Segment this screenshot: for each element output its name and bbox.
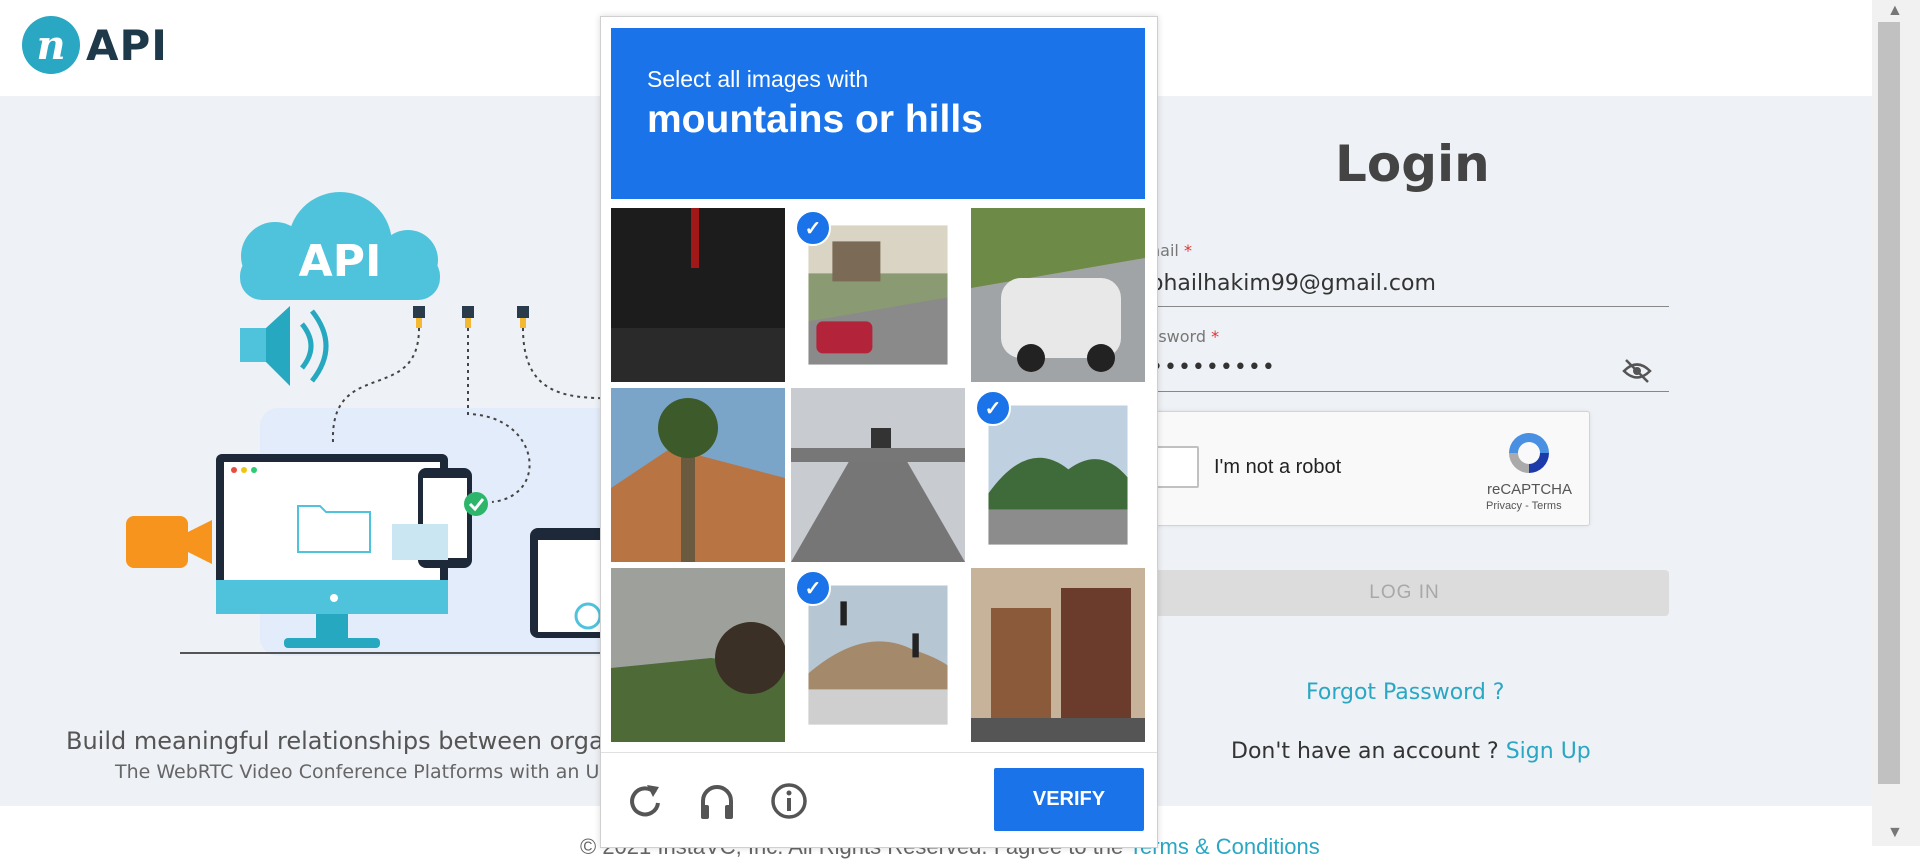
password-underline	[1150, 391, 1669, 392]
verify-button[interactable]: VERIFY	[994, 768, 1144, 831]
password-field[interactable]: •••••••••	[1150, 355, 1276, 380]
forgot-password-link[interactable]: Forgot Password ?	[1306, 680, 1504, 705]
email-underline	[1150, 306, 1669, 307]
signup-link[interactable]: Sign Up	[1506, 739, 1591, 764]
hero-subtagline: The WebRTC Video Conference Platforms wi…	[115, 761, 612, 783]
scrollbar-thumb[interactable]	[1878, 22, 1900, 784]
recaptcha-links: Privacy - Terms	[1486, 500, 1562, 512]
eye-off-icon[interactable]	[1622, 358, 1652, 384]
challenge-header: Select all images with mountains or hill…	[611, 28, 1145, 199]
hero-illustration: API	[126, 192, 640, 656]
video-camera-icon	[126, 516, 212, 568]
captcha-tile-4[interactable]	[611, 388, 785, 562]
captcha-tile-7[interactable]	[611, 568, 785, 742]
speaker-icon	[240, 306, 329, 386]
challenge-divider	[601, 752, 1157, 753]
login-button[interactable]: LOG IN	[1140, 570, 1669, 616]
captcha-tile-3[interactable]	[971, 208, 1145, 382]
check-icon: ✓	[975, 390, 1011, 426]
recaptcha-privacy-link[interactable]: Privacy	[1486, 500, 1522, 512]
scrollbar[interactable]: ▲ ▼	[1872, 0, 1920, 846]
reload-icon[interactable]	[625, 781, 665, 821]
captcha-challenge: Select all images with mountains or hill…	[600, 16, 1158, 848]
logo-mark: n	[22, 16, 80, 74]
recaptcha-widget: I'm not a robot reCAPTCHA Privacy - Term…	[1150, 411, 1590, 526]
challenge-instruction: Select all images with	[647, 66, 869, 92]
recaptcha-checkbox[interactable]	[1151, 446, 1199, 488]
captcha-tile-9[interactable]	[971, 568, 1145, 742]
recaptcha-logo-icon	[1509, 433, 1549, 473]
logo[interactable]: n API	[22, 16, 168, 74]
challenge-target: mountains or hills	[647, 98, 983, 141]
email-field[interactable]: ohailhakim99@gmail.com	[1150, 271, 1436, 296]
cloud-icon: API	[240, 192, 440, 300]
check-icon: ✓	[795, 210, 831, 246]
recaptcha-brand: reCAPTCHA	[1487, 481, 1573, 498]
recaptcha-terms-link[interactable]: Terms	[1532, 500, 1562, 512]
info-icon[interactable]	[769, 781, 809, 821]
check-icon: ✓	[795, 570, 831, 606]
hero-tagline: Build meaningful relationships between o…	[66, 727, 604, 755]
headphones-icon[interactable]	[697, 781, 737, 821]
logo-text: API	[86, 20, 168, 70]
captcha-tile-1[interactable]	[611, 208, 785, 382]
recaptcha-label: I'm not a robot	[1214, 456, 1342, 478]
login-title: Login	[1335, 135, 1490, 193]
scroll-up-icon[interactable]: ▲	[1887, 2, 1903, 20]
scroll-down-icon[interactable]: ▼	[1887, 824, 1903, 842]
captcha-tile-5[interactable]	[791, 388, 965, 562]
password-label: ssword *	[1150, 327, 1220, 346]
cloud-label: API	[299, 236, 382, 287]
signup-prompt: Don't have an account ? Sign Up	[1231, 739, 1591, 764]
